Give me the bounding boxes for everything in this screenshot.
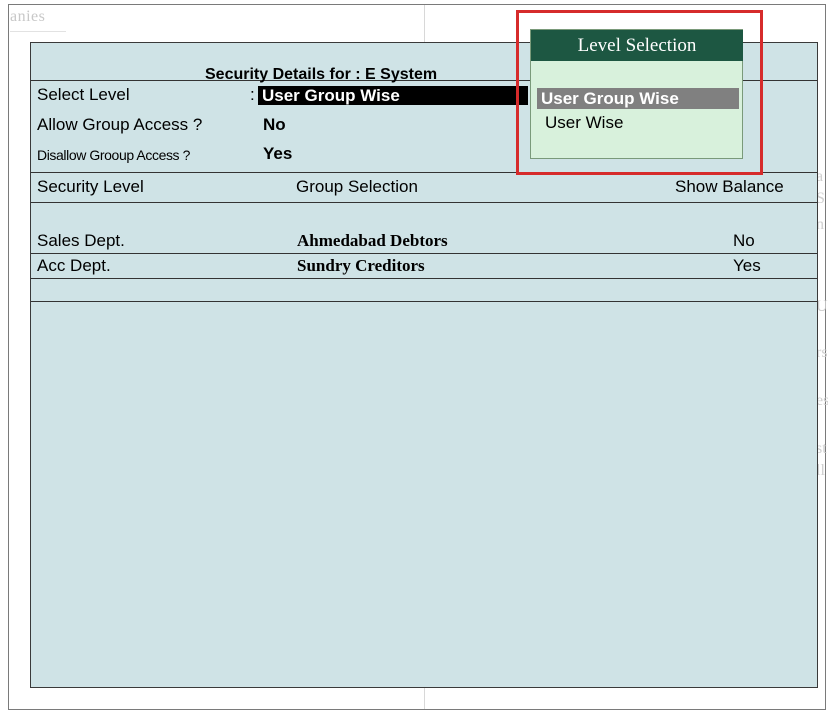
select-level-separator: :: [250, 85, 255, 104]
allow-group-access-label: Allow Group Access ?: [37, 115, 203, 134]
background-companies-label: anies: [10, 8, 46, 25]
row-1-group-selection[interactable]: Ahmedabad Debtors: [297, 231, 448, 251]
page-title: Security Details for : E System: [205, 66, 438, 83]
popup-option-user-wise[interactable]: User Wise: [541, 113, 627, 133]
row-2-group-selection[interactable]: Sundry Creditors: [297, 256, 425, 276]
disallow-group-access-label: Disallow Grooup Access ?: [37, 147, 191, 163]
row-2-show-balance[interactable]: Yes: [733, 256, 761, 276]
popup-title: Level Selection: [531, 30, 743, 61]
background-underline: [10, 31, 66, 32]
row-2-security-level[interactable]: Acc Dept.: [37, 256, 111, 276]
column-header-security-level: Security Level: [37, 177, 144, 196]
row-divider: [31, 278, 817, 279]
allow-group-access-field[interactable]: No: [263, 115, 286, 135]
row-divider: [31, 253, 817, 254]
level-selection-popup: Level Selection User Group Wise User Wis…: [530, 29, 743, 159]
header-top-divider: [31, 172, 817, 173]
row-1-security-level[interactable]: Sales Dept.: [37, 231, 125, 251]
column-header-group-selection: Group Selection: [296, 177, 418, 196]
select-level-label: Select Level: [37, 85, 130, 104]
column-header-show-balance: Show Balance: [675, 177, 784, 196]
row-divider: [31, 301, 817, 302]
row-1-show-balance[interactable]: No: [733, 231, 755, 251]
header-bottom-divider: [31, 202, 817, 203]
popup-option-user-group-wise[interactable]: User Group Wise: [537, 88, 739, 109]
select-level-field[interactable]: User Group Wise: [258, 86, 528, 105]
disallow-group-access-field[interactable]: Yes: [263, 144, 292, 164]
